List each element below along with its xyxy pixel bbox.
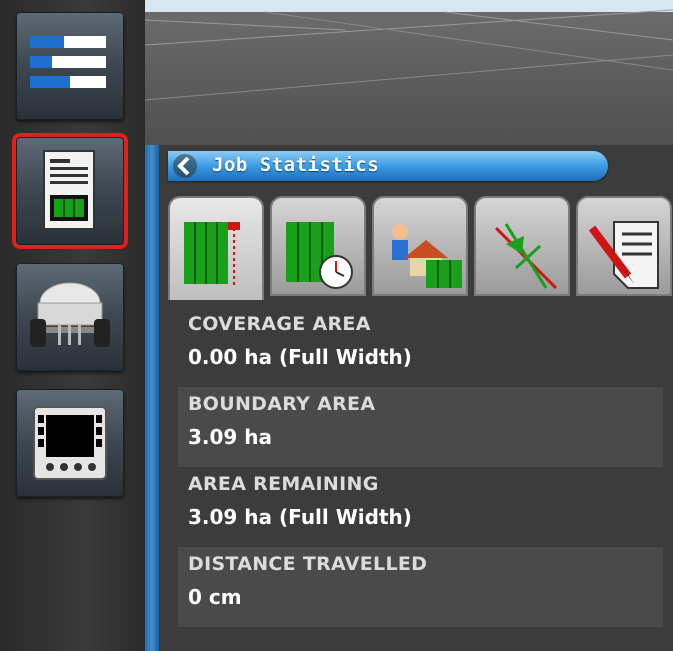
vehicle-button[interactable] [16, 263, 124, 371]
stat-label: DISTANCE TRAVELLED [188, 553, 428, 575]
notes-pencil-icon [588, 221, 659, 289]
panel-title: Job Statistics [212, 154, 380, 176]
tab-strip [168, 196, 673, 300]
stat-label: AREA REMAINING [188, 473, 379, 495]
statistics-list: COVERAGE AREA 0.00 ha (Full Width) BOUND… [178, 307, 663, 627]
stat-row-area-remaining: AREA REMAINING 3.09 ha (Full Width) [178, 467, 663, 547]
client-farm-field-icon [392, 224, 462, 288]
stat-value: 0 cm [188, 585, 242, 609]
tab-coverage[interactable] [168, 196, 264, 300]
stat-label: COVERAGE AREA [188, 313, 371, 335]
display-button[interactable] [16, 389, 124, 497]
field-time-icon [286, 222, 353, 289]
film-display-icon [33, 406, 107, 480]
chevron-left-icon [173, 154, 197, 178]
tab-field-time[interactable] [270, 196, 366, 296]
stat-label: BOUNDARY AREA [188, 393, 376, 415]
map-grid [145, 9, 673, 101]
sprayer-vehicle-icon [30, 282, 110, 347]
panel-edge [145, 145, 159, 651]
stat-row-boundary-area: BOUNDARY AREA 3.09 ha [178, 387, 663, 467]
left-sidebar [0, 0, 145, 651]
map-view[interactable] [145, 0, 673, 145]
stat-value: 3.09 ha [188, 425, 273, 449]
status-bars-button[interactable] [16, 12, 124, 120]
guideline-icon [494, 223, 558, 290]
job-report-icon [43, 150, 95, 230]
tab-notes[interactable] [576, 196, 672, 296]
status-bars-icon [30, 36, 106, 88]
stat-row-coverage-area: COVERAGE AREA 0.00 ha (Full Width) [178, 307, 663, 387]
tab-client-farm-field[interactable] [372, 196, 468, 296]
coverage-field-icon [184, 222, 240, 288]
back-button[interactable] [170, 153, 200, 179]
tab-guideline[interactable] [474, 196, 570, 296]
stat-value: 3.09 ha (Full Width) [188, 505, 412, 529]
stat-value: 0.00 ha (Full Width) [188, 345, 412, 369]
job-report-button[interactable] [12, 133, 128, 249]
stat-row-distance-travelled: DISTANCE TRAVELLED 0 cm [178, 547, 663, 627]
